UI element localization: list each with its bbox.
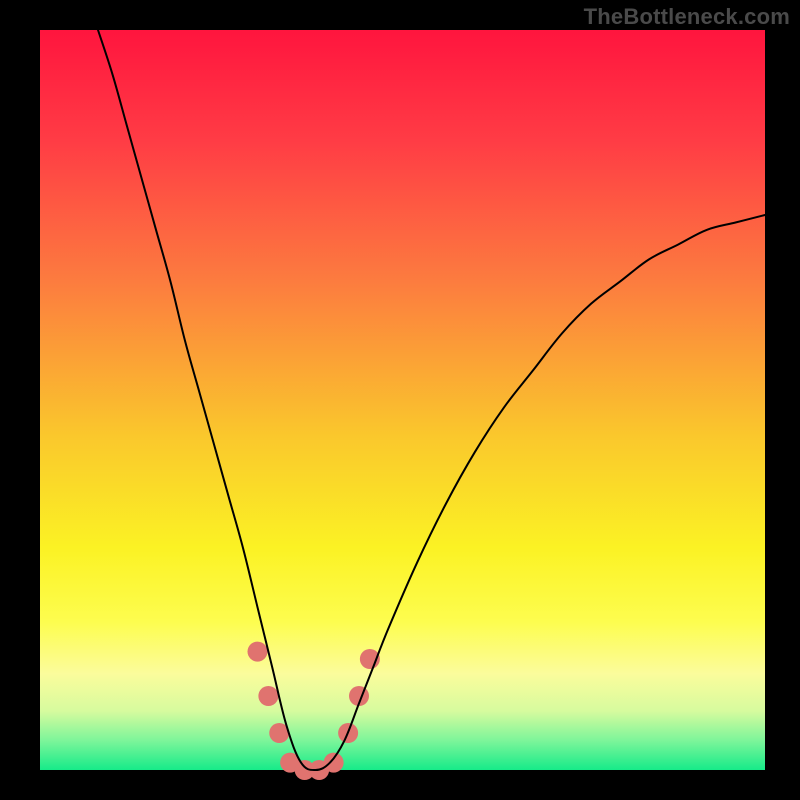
marker-dot (258, 686, 278, 706)
marker-dot (324, 753, 344, 773)
marker-dot (248, 642, 268, 662)
watermark-text: TheBottleneck.com (584, 4, 790, 30)
plot-background (40, 30, 765, 770)
bottleneck-chart (0, 0, 800, 800)
chart-frame: TheBottleneck.com (0, 0, 800, 800)
